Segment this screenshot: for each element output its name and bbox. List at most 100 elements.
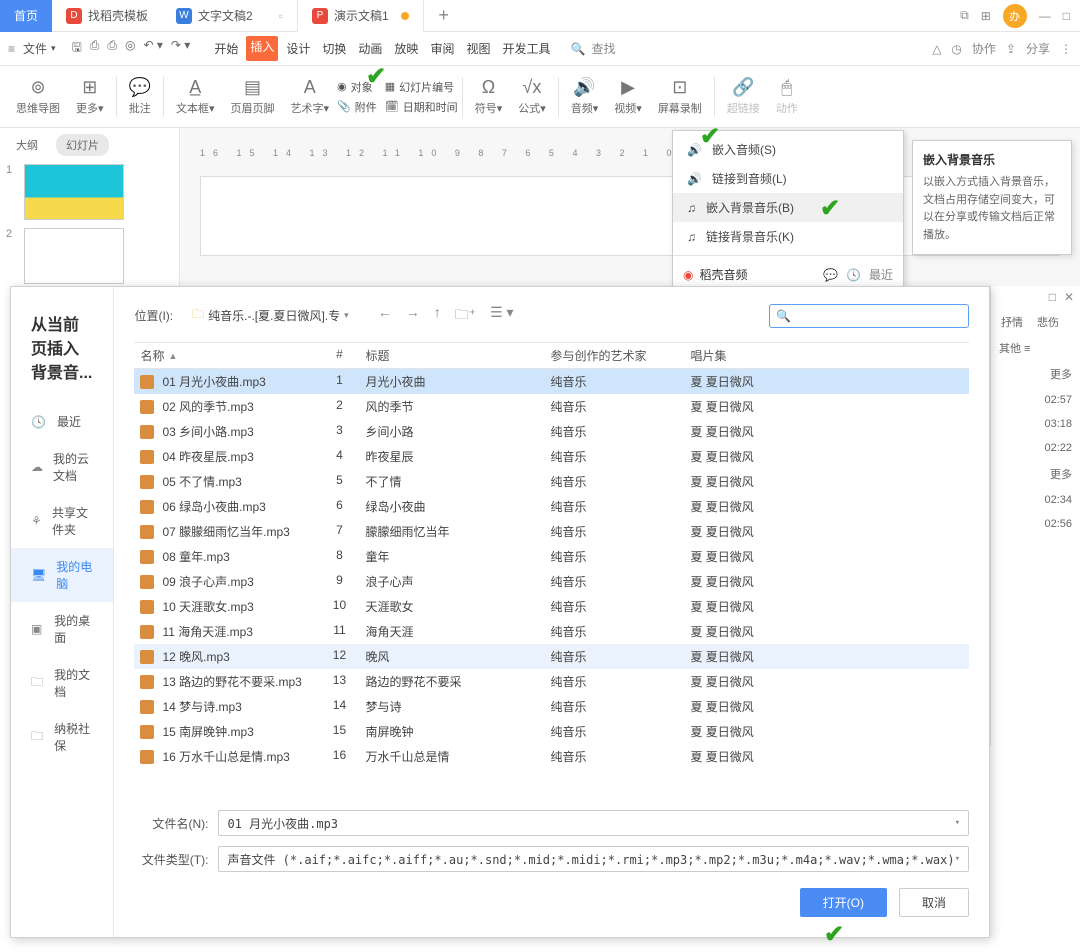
ribbon-attach[interactable]: 📎附件 [337,99,377,115]
file-menu[interactable]: 文件▾ [17,40,62,57]
add-tab-button[interactable]: + [432,4,456,28]
slide-thumb-1[interactable]: 1 [6,164,173,220]
forward-icon[interactable]: → [406,304,420,328]
dd-recent[interactable]: 最近 [869,266,893,283]
ribbon-symbol[interactable]: Ω符号▾ [467,73,511,120]
share-icon[interactable]: ⇪ [1006,42,1016,56]
side-tab-1[interactable]: 抒情 [997,312,1027,332]
tab-presentation1[interactable]: P演示文稿1 [297,0,424,32]
nav-docs[interactable]: 🗀我的文档 [11,656,113,710]
table-row[interactable]: 03 乡间小路.mp33乡间小路纯音乐夏 夏日微风 [134,419,969,444]
save-icon[interactable]: 🖫 [72,38,82,59]
col-artist[interactable]: 参与创作的艺术家 [544,343,684,368]
share-label[interactable]: 分享 [1026,40,1050,57]
back-icon[interactable]: ← [378,304,392,328]
cancel-button[interactable]: 取消 [899,888,969,917]
col-title[interactable]: 标题 [359,343,544,368]
ribbon-header[interactable]: ▤页眉页脚 [222,73,282,120]
menu-design[interactable]: 设计 [282,36,314,61]
close-icon[interactable]: ✕ [1064,290,1074,304]
ribbon-video[interactable]: ▶视频▾ [606,73,650,120]
window-tile-icon[interactable]: ⧉ [960,8,969,23]
ribbon-formula[interactable]: √x公式▾ [510,73,554,120]
table-row[interactable]: 01 月光小夜曲.mp31月光小夜曲纯音乐夏 夏日微风 [134,369,969,394]
table-row[interactable]: 12 晚风.mp312晚风纯音乐夏 夏日微风 [134,644,969,669]
ribbon-more[interactable]: ⊞更多▾ [68,73,112,120]
ribbon-screenrec[interactable]: ⊡屏幕录制 [650,73,710,120]
dd-insert-bg-music[interactable]: ♫嵌入背景音乐(B) [673,193,903,222]
path-dropdown[interactable]: 🗀纯音乐.-.[夏.夏日微风].专 ▾ [183,301,358,330]
col-num[interactable]: # [319,343,359,368]
menu-toggle-icon[interactable]: ≡ [8,42,15,56]
table-row[interactable]: 09 浪子心声.mp39浪子心声纯音乐夏 夏日微风 [134,569,969,594]
table-row[interactable]: 06 绿岛小夜曲.mp36绿岛小夜曲纯音乐夏 夏日微风 [134,494,969,519]
slide-thumb-2[interactable]: 2 [6,228,173,284]
comment-icon[interactable]: 💬 [823,268,838,282]
cloud-icon[interactable]: △ [932,42,941,56]
ribbon-textbox[interactable]: A̲文本框▾ [168,73,223,120]
open-button[interactable]: 打开(O) [800,888,887,917]
col-album[interactable]: 唱片集 [684,343,824,368]
search-box[interactable]: 🔍查找 [570,40,615,57]
table-row[interactable]: 13 路边的野花不要采.mp313路边的野花不要采纯音乐夏 夏日微风 [134,669,969,694]
ribbon-hyperlink[interactable]: 🔗超链接 [719,73,768,120]
nav-shared[interactable]: ⚘共享文件夹 [11,494,113,548]
collab-label[interactable]: 协作 [972,40,996,57]
nav-computer[interactable]: 🖥我的电脑 [11,548,113,602]
app-grid-icon[interactable]: ⊞ [981,9,991,23]
redo-icon[interactable]: ↷ ▾ [171,38,190,59]
menu-start[interactable]: 开始 [210,36,242,61]
ribbon-art[interactable]: A艺术字▾ [282,73,337,120]
ribbon-audio[interactable]: 🔊音频▾ [563,73,607,120]
panel-tab-outline[interactable]: 大纲 [6,134,48,156]
table-row[interactable]: 10 天涯歌女.mp310天涯歌女纯音乐夏 夏日微风 [134,594,969,619]
table-row[interactable]: 16 万水千山总是情.mp316万水千山总是情纯音乐夏 夏日微风 [134,744,969,769]
col-name[interactable]: 名称 ▲ [134,343,319,368]
filename-input[interactable]: 01 月光小夜曲.mp3▾ [218,810,969,836]
undo-icon[interactable]: ↶ ▾ [144,38,163,59]
panel-tab-slides[interactable]: 幻灯片 [56,134,109,156]
tab-home[interactable]: 首页 [0,0,52,32]
menu-view[interactable]: 视图 [462,36,494,61]
filetype-select[interactable]: 声音文件 (*.aif;*.aifc;*.aiff;*.au;*.snd;*.m… [218,846,969,872]
menu-animation[interactable]: 动画 [354,36,386,61]
collab-icon[interactable]: ◷ [951,42,961,56]
nav-desktop[interactable]: ▣我的桌面 [11,602,113,656]
table-row[interactable]: 07 朦朦细雨忆当年.mp37朦朦细雨忆当年纯音乐夏 夏日微风 [134,519,969,544]
newfolder-icon[interactable]: 🗀⁺ [455,304,476,328]
restore-icon[interactable]: □ [1049,290,1056,304]
nav-cloud[interactable]: ☁我的云文档 [11,440,113,494]
nav-recent[interactable]: 🕓最近 [11,403,113,440]
menu-devtools[interactable]: 开发工具 [498,36,554,61]
view-icon[interactable]: ☰ ▾ [490,304,513,328]
table-row[interactable]: 04 昨夜星辰.mp34昨夜星辰纯音乐夏 夏日微风 [134,444,969,469]
side-other[interactable]: 其他 ≡ [991,336,1080,360]
table-row[interactable]: 14 梦与诗.mp314梦与诗纯音乐夏 夏日微风 [134,694,969,719]
tab-doc2[interactable]: W文字文稿2▫ [162,0,297,32]
user-avatar[interactable]: 办 [1003,4,1027,28]
dialog-search[interactable]: 🔍 [769,304,969,328]
menu-slideshow[interactable]: 放映 [390,36,422,61]
table-row[interactable]: 15 南屏晚钟.mp315南屏晚钟纯音乐夏 夏日微风 [134,719,969,744]
ribbon-mindmap[interactable]: ⊚思维导图 [8,73,68,120]
table-row[interactable]: 11 海角天涯.mp311海角天涯纯音乐夏 夏日微风 [134,619,969,644]
ribbon-slidenum[interactable]: ▦幻灯片编号 [385,79,458,95]
dd-daoke-audio[interactable]: ◉稻壳音频 [683,266,748,283]
table-row[interactable]: 08 童年.mp38童年纯音乐夏 夏日微风 [134,544,969,569]
tab-templates[interactable]: D找稻壳模板 [52,0,162,32]
preview-icon[interactable]: ◎ [125,38,135,59]
ribbon-datetime[interactable]: 🗓日期和时间 [385,99,458,115]
dd-link-bg-music[interactable]: ♫链接背景音乐(K) [673,222,903,251]
side-tab-2[interactable]: 悲伤 [1033,312,1063,332]
dd-link-audio[interactable]: 🔊链接到音频(L) [673,164,903,193]
table-row[interactable]: 02 风的季节.mp32风的季节纯音乐夏 夏日微风 [134,394,969,419]
more-icon[interactable]: ⋮ [1060,42,1072,56]
menu-insert[interactable]: 插入 [246,36,278,61]
table-row[interactable]: 05 不了情.mp35不了情纯音乐夏 夏日微风 [134,469,969,494]
ribbon-action[interactable]: 🖱动作 [768,73,806,120]
maximize-icon[interactable]: □ [1063,9,1070,23]
print-icon-2[interactable]: ⎙ [107,38,117,59]
print-icon-1[interactable]: ⎙ [90,38,100,59]
side-more-2[interactable]: 更多 [991,460,1080,488]
menu-review[interactable]: 审阅 [426,36,458,61]
